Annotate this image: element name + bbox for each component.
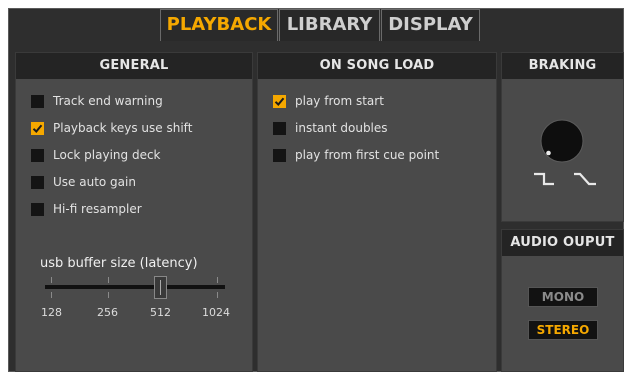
option-label: Playback keys use shift <box>53 121 193 135</box>
option-label: Hi-fi resampler <box>53 202 142 216</box>
option-play-from-first-cue-point[interactable]: play from first cue point <box>273 146 439 164</box>
checkmark-icon <box>32 124 43 133</box>
tick-mark <box>51 277 52 283</box>
checkbox[interactable] <box>31 148 44 162</box>
checkmark-icon <box>274 97 285 106</box>
tick-label-512: 512 <box>150 306 171 319</box>
tick-label-1024: 1024 <box>202 306 230 319</box>
ramp-curve-icon[interactable] <box>573 172 597 186</box>
option-instant-doubles[interactable]: instant doubles <box>273 119 388 137</box>
checkbox-checked[interactable] <box>273 94 286 108</box>
option-label: play from first cue point <box>295 148 440 162</box>
option-label: Track end warning <box>53 94 163 108</box>
tick-mark <box>217 277 218 283</box>
checkbox[interactable] <box>273 148 286 162</box>
option-label: Use auto gain <box>53 175 136 189</box>
braking-header: BRAKING <box>502 53 623 79</box>
option-label: instant doubles <box>295 121 388 135</box>
checkbox[interactable] <box>31 202 44 216</box>
tick-mark <box>108 292 109 298</box>
song-load-header: ON SONG LOAD <box>258 53 496 79</box>
step-curve-icon[interactable] <box>533 172 555 186</box>
buffer-slider-handle[interactable] <box>154 276 167 299</box>
option-lock-playing-deck[interactable]: Lock playing deck <box>31 146 161 164</box>
knob-icon[interactable] <box>538 117 586 165</box>
option-hi-fi-resampler[interactable]: Hi-fi resampler <box>31 200 142 218</box>
tab-display[interactable]: DISPLAY <box>381 9 480 41</box>
tick-mark <box>108 277 109 283</box>
checkbox[interactable] <box>31 94 44 108</box>
tick-mark <box>217 292 218 298</box>
stereo-button[interactable]: STEREO <box>528 320 598 340</box>
audio-output-header: AUDIO OUPUT <box>502 230 623 256</box>
buffer-size-title: usb buffer size (latency) <box>40 256 198 271</box>
tab-bar: PLAYBACK LIBRARY DISPLAY <box>0 0 631 42</box>
tab-playback[interactable]: PLAYBACK <box>160 9 278 41</box>
tick-mark <box>51 292 52 298</box>
option-label: Lock playing deck <box>53 148 161 162</box>
tick-label-256: 256 <box>97 306 118 319</box>
checkbox[interactable] <box>31 175 44 189</box>
general-header: GENERAL <box>16 53 252 79</box>
buffer-slider-track[interactable] <box>45 285 225 289</box>
mono-button[interactable]: MONO <box>528 287 598 307</box>
option-use-auto-gain[interactable]: Use auto gain <box>31 173 136 191</box>
checkbox-checked[interactable] <box>31 121 44 135</box>
option-playback-keys-use-shift[interactable]: Playback keys use shift <box>31 119 192 137</box>
checkbox[interactable] <box>273 121 286 135</box>
tick-label-128: 128 <box>41 306 62 319</box>
option-label: play from start <box>295 94 384 108</box>
option-play-from-start[interactable]: play from start <box>273 92 384 110</box>
tab-library[interactable]: LIBRARY <box>279 9 380 41</box>
option-track-end-warning[interactable]: Track end warning <box>31 92 163 110</box>
